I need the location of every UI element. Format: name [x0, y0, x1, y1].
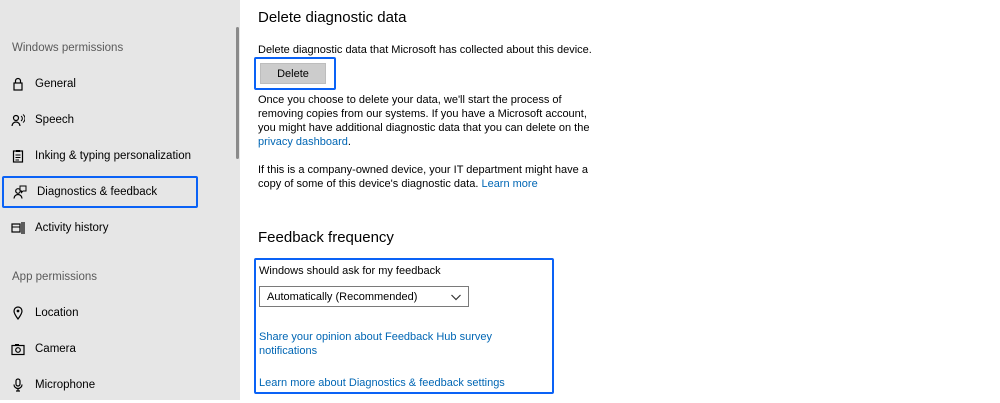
sidebar-item-label: General	[35, 78, 76, 90]
clipboard-icon	[11, 149, 25, 163]
sidebar-item-label: Microphone	[35, 379, 96, 391]
speech-icon	[11, 113, 25, 127]
learn-more-diagnostics-link[interactable]: Learn more about Diagnostics & feedback …	[259, 376, 551, 390]
company-device-text: If this is a company-owned device, your …	[258, 163, 603, 191]
location-pin-icon	[11, 306, 25, 320]
sidebar-item-activity-history[interactable]: Activity history	[0, 210, 240, 246]
timeline-icon	[11, 221, 25, 235]
dropdown-selected-value: Automatically (Recommended)	[267, 290, 418, 303]
delete-info-text: Once you choose to delete your data, we'…	[258, 93, 603, 149]
microphone-icon	[11, 378, 25, 392]
sidebar-item-speech[interactable]: Speech	[0, 102, 240, 138]
sidebar-scrollbar[interactable]	[236, 27, 239, 159]
sidebar-item-label: Diagnostics & feedback	[37, 186, 158, 198]
sidebar-item-label: Inking & typing personalization	[35, 150, 191, 162]
delete-info-suffix: .	[347, 136, 351, 148]
sidebar-item-inking-typing[interactable]: Inking & typing personalization	[0, 138, 240, 174]
feedback-frequency-focus-box: Windows should ask for my feedback Autom…	[254, 258, 554, 394]
settings-sidebar: Windows permissions General Speech Inkin…	[0, 0, 240, 400]
sidebar-item-general[interactable]: General	[0, 66, 240, 102]
feedback-person-icon	[13, 185, 27, 199]
learn-more-link[interactable]: Learn more	[481, 178, 537, 190]
app-permissions-header: App permissions	[12, 271, 98, 283]
delete-diagnostic-title: Delete diagnostic data	[258, 9, 407, 26]
company-device-body: If this is a company-owned device, your …	[258, 164, 588, 190]
sidebar-item-label: Camera	[35, 343, 76, 355]
main-content: Delete diagnostic data Delete diagnostic…	[254, 0, 1000, 400]
sidebar-item-location[interactable]: Location	[0, 295, 240, 331]
sidebar-item-microphone[interactable]: Microphone	[0, 367, 240, 403]
delete-button-focus-ring: Delete	[254, 57, 336, 90]
sidebar-item-diagnostics-feedback[interactable]: Diagnostics & feedback	[2, 176, 198, 208]
chevron-down-icon	[451, 294, 461, 301]
privacy-dashboard-link[interactable]: privacy dashboard	[258, 136, 348, 148]
lock-icon	[11, 77, 25, 91]
share-opinion-link[interactable]: Share your opinion about Feedback Hub su…	[259, 330, 551, 358]
sidebar-item-label: Location	[35, 307, 79, 319]
delete-button[interactable]: Delete	[260, 63, 326, 84]
sidebar-item-label: Activity history	[35, 222, 109, 234]
ask-feedback-label: Windows should ask for my feedback	[259, 265, 441, 277]
feedback-frequency-dropdown[interactable]: Automatically (Recommended)	[259, 286, 469, 307]
feedback-frequency-title: Feedback frequency	[258, 229, 394, 246]
windows-permissions-header: Windows permissions	[12, 42, 124, 54]
delete-info-body: Once you choose to delete your data, we'…	[258, 94, 590, 134]
delete-description: Delete diagnostic data that Microsoft ha…	[258, 44, 592, 56]
sidebar-item-label: Speech	[35, 114, 75, 126]
camera-icon	[11, 342, 25, 356]
sidebar-item-camera[interactable]: Camera	[0, 331, 240, 367]
